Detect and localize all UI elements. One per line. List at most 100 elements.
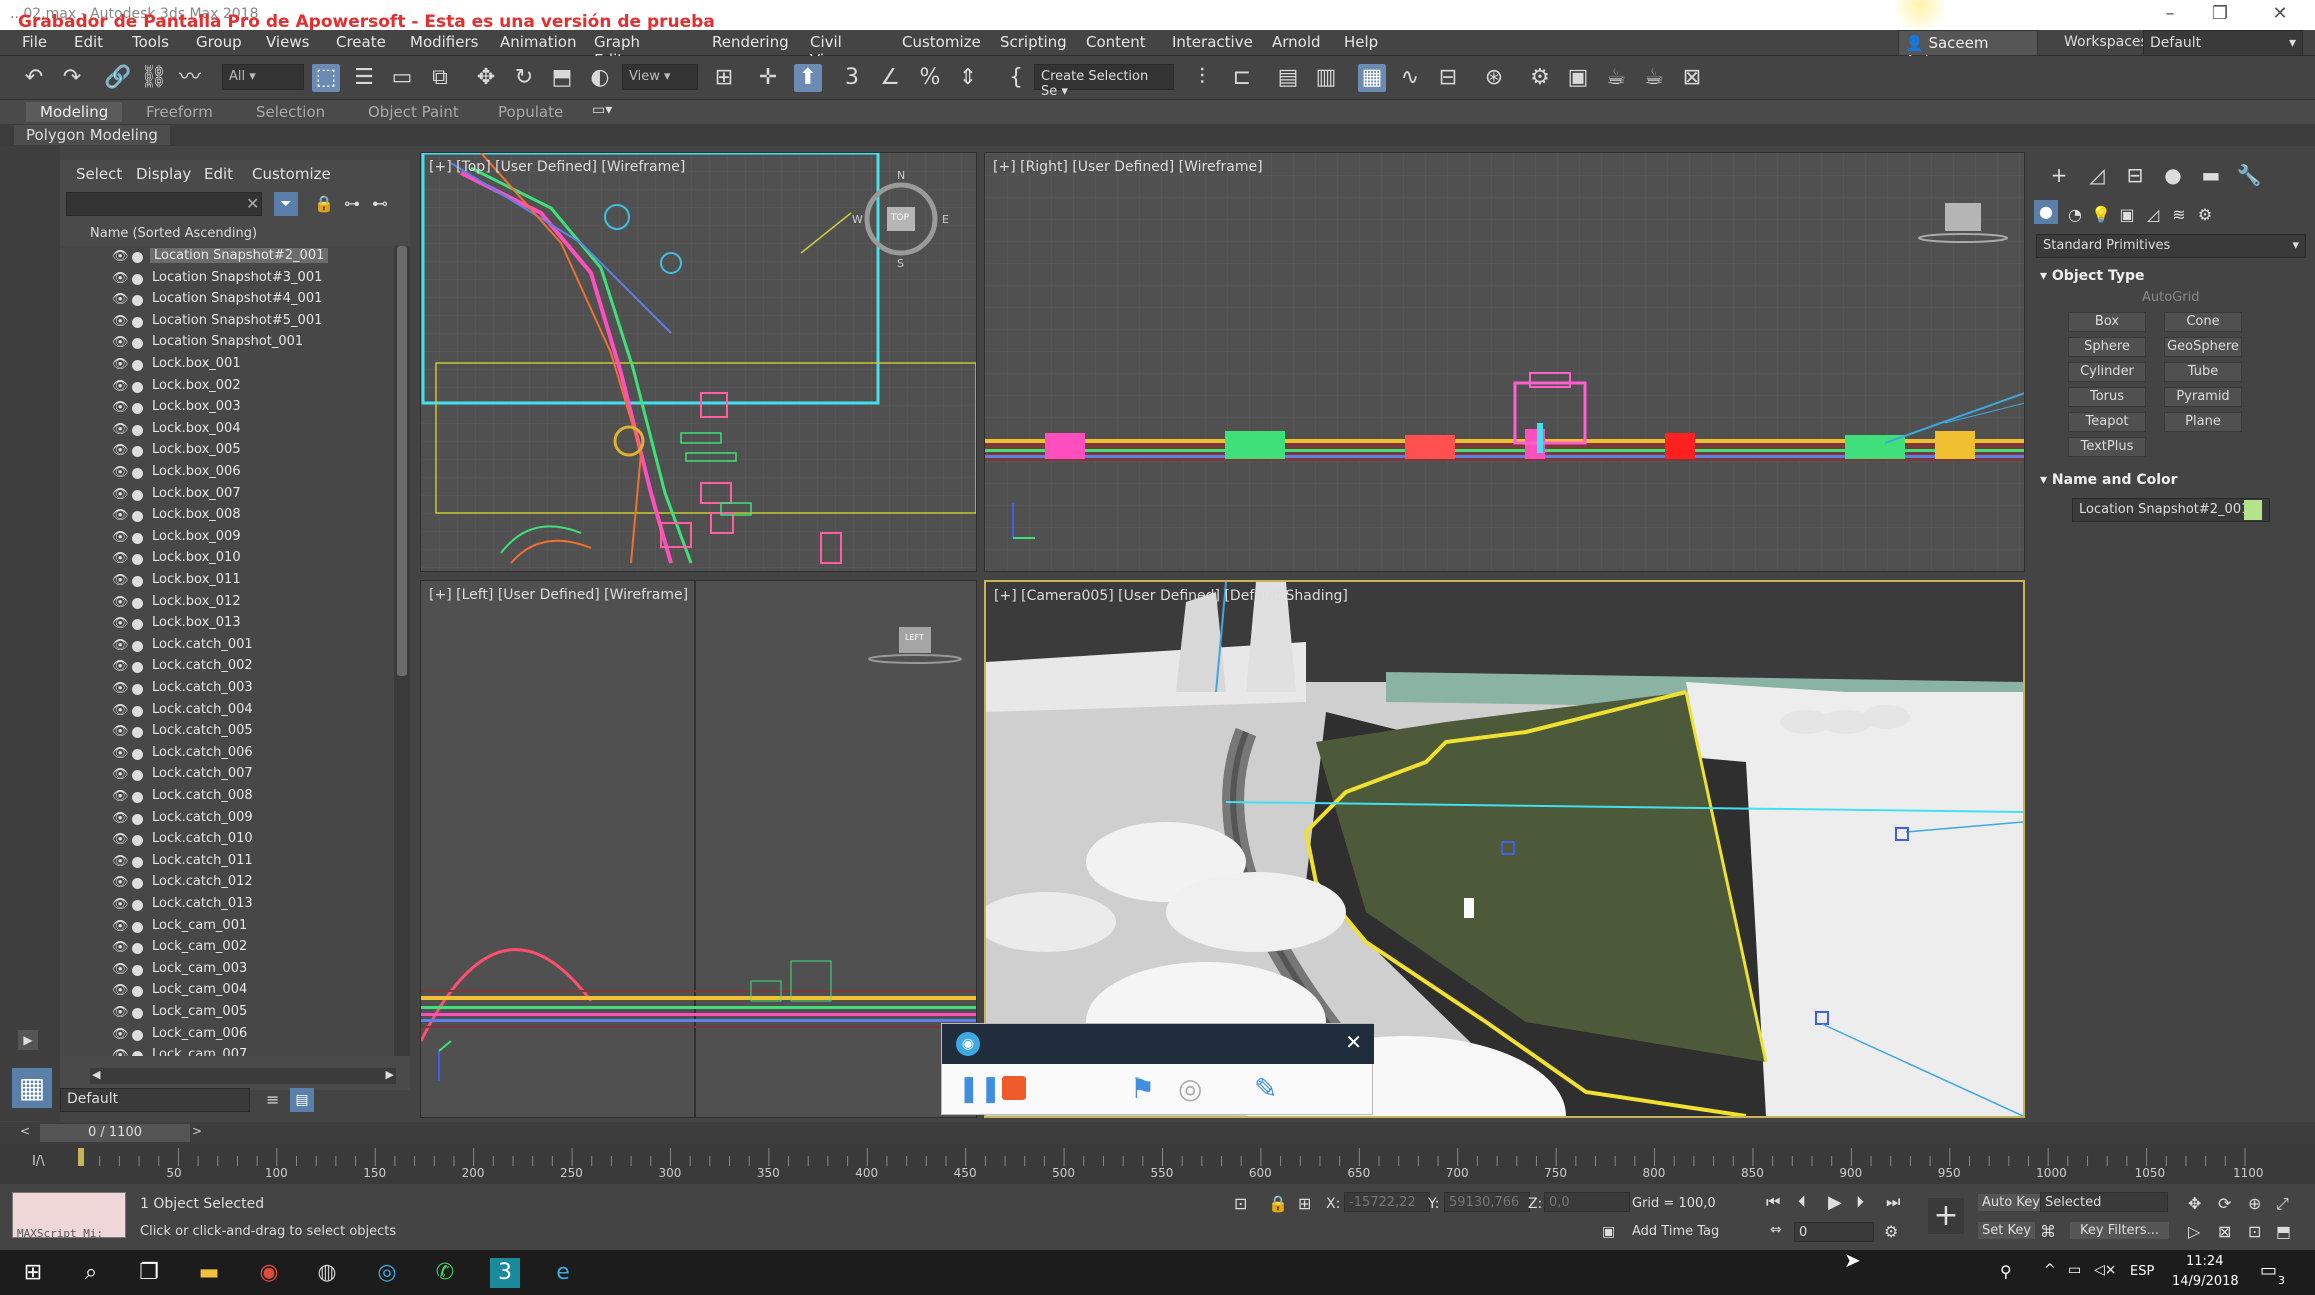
viewport-top[interactable]: [+] [Top] [User Defined] [Wireframe] N S… xyxy=(420,152,977,572)
angle-snap-icon[interactable]: ∠ xyxy=(876,64,904,92)
freeze-dot-icon[interactable] xyxy=(132,468,143,479)
list-item[interactable]: 👁 Lock.box_007 xyxy=(60,484,394,506)
visibility-eye-icon[interactable]: 👁 xyxy=(112,357,129,372)
visibility-eye-icon[interactable]: 👁 xyxy=(112,249,129,264)
systems-category-icon[interactable]: ⚙ xyxy=(2190,200,2220,230)
clock-time[interactable]: 11:24 xyxy=(2186,1254,2223,1269)
list-item[interactable]: 👁 Lock.box_012 xyxy=(60,592,394,614)
filter-toggle-icon[interactable]: ⏷ xyxy=(274,192,298,216)
current-frame-field[interactable]: 0 xyxy=(1794,1222,1874,1242)
visibility-eye-icon[interactable]: 👁 xyxy=(112,530,129,545)
render-in-cloud-icon[interactable]: ⊠ xyxy=(1678,64,1706,92)
align-icon[interactable]: ⊏ xyxy=(1228,64,1256,92)
freeze-dot-icon[interactable] xyxy=(132,252,143,263)
next-frame-icon[interactable]: ⏵ xyxy=(1856,1192,1864,1212)
volume-icon[interactable]: ◁× xyxy=(2094,1262,2117,1278)
fov-icon[interactable]: ▷ xyxy=(2188,1222,2200,1241)
viewport-label-right[interactable]: [+] [Right] [User Defined] [Wireframe] xyxy=(993,159,1263,175)
list-item[interactable]: 👁 Location Snapshot#3_001 xyxy=(60,268,394,290)
menu-interactive[interactable]: Interactive xyxy=(1172,33,1253,51)
material-editor-icon[interactable]: ⊛ xyxy=(1480,64,1508,92)
app-icon[interactable]: ◍ xyxy=(312,1258,342,1288)
toolbox-icon[interactable]: ⚑ xyxy=(1130,1072,1155,1105)
recorder-app-icon[interactable]: ◎ xyxy=(372,1258,402,1288)
play-icon[interactable]: ▶ xyxy=(1828,1192,1842,1213)
snap-toggle-icon[interactable]: 3 xyxy=(838,64,866,92)
list-item[interactable]: 👁 Lock.catch_010 xyxy=(60,829,394,851)
track-bar[interactable]: I/\ 50 100 150 200 250 300 350 400 450 500 550 600 6… xyxy=(0,1144,2315,1184)
viewport-label-left[interactable]: [+] [Left] [User Defined] [Wireframe] xyxy=(429,587,688,603)
list-item[interactable]: 👁 Lock_cam_001 xyxy=(60,916,394,938)
list-item[interactable]: 👁 Lock.box_003 xyxy=(60,397,394,419)
list-item[interactable]: 👁 Lock.box_008 xyxy=(60,505,394,527)
freeze-dot-icon[interactable] xyxy=(132,921,143,933)
freeze-dot-icon[interactable] xyxy=(132,1051,143,1056)
pyramid-button[interactable]: Pyramid xyxy=(2164,387,2242,407)
mirror-icon[interactable]: ⫶ xyxy=(1188,64,1216,92)
freeze-dot-icon[interactable] xyxy=(132,835,143,847)
orbit-icon[interactable]: ⟳ xyxy=(2218,1194,2231,1213)
window-crossing-icon[interactable]: ⧉ xyxy=(426,64,454,92)
visibility-eye-icon[interactable]: 👁 xyxy=(112,724,129,739)
hierarchy-icon[interactable]: ⊶ xyxy=(344,194,360,213)
spinner-snap-icon[interactable]: ⇕ xyxy=(954,64,982,92)
freeze-dot-icon[interactable] xyxy=(132,792,143,803)
set-key-button[interactable]: Set Key xyxy=(1978,1222,2036,1239)
time-slider[interactable]: < 0 / 1100 > xyxy=(0,1122,2315,1144)
list-item[interactable]: 👁 Lock.catch_004 xyxy=(60,700,394,722)
create-tab-icon[interactable]: + xyxy=(2044,160,2074,190)
object-color-swatch[interactable] xyxy=(2244,500,2262,520)
visibility-eye-icon[interactable]: 👁 xyxy=(112,983,129,998)
chevron-right-icon[interactable]: ▶ xyxy=(386,1068,394,1081)
utilities-tab-icon[interactable]: 🔧 xyxy=(2234,160,2264,190)
list-item[interactable]: 👁 Location Snapshot_001 xyxy=(60,332,394,354)
freeze-dot-icon[interactable] xyxy=(132,597,143,609)
freeze-dot-icon[interactable] xyxy=(132,619,143,631)
rect-selection-icon[interactable]: ▭ xyxy=(388,64,416,92)
previous-frame-icon[interactable]: ⏴ xyxy=(1798,1192,1806,1212)
freeze-dot-icon[interactable] xyxy=(132,705,143,717)
visibility-eye-icon[interactable]: 👁 xyxy=(112,832,129,847)
toggle-ribbon-icon[interactable]: ▦ xyxy=(1358,64,1386,92)
tab-polygon-modeling[interactable]: Polygon Modeling xyxy=(14,125,170,145)
key-mode-icon[interactable]: ⇔ xyxy=(1770,1222,1782,1238)
visibility-eye-icon[interactable]: 👁 xyxy=(112,897,129,912)
network-icon[interactable]: ▭ xyxy=(2068,1262,2081,1278)
key-filters-button[interactable]: Key Filters... xyxy=(2070,1222,2170,1239)
explorer-search-input[interactable] xyxy=(66,192,262,216)
y-coordinate-field[interactable]: 59130,766 xyxy=(1444,1192,1530,1212)
freeze-dot-icon[interactable] xyxy=(132,878,143,890)
list-item[interactable]: 👁 Lock.catch_006 xyxy=(60,743,394,765)
pivot-center-icon[interactable]: ⊞ xyxy=(710,64,738,92)
list-item[interactable]: 👁 Lock.catch_011 xyxy=(60,851,394,873)
search-icon[interactable]: ⌕ xyxy=(76,1258,106,1288)
visibility-eye-icon[interactable]: 👁 xyxy=(112,638,129,653)
torus-button[interactable]: Torus xyxy=(2068,387,2146,407)
geometry-category-icon[interactable]: ● xyxy=(2034,200,2058,224)
freeze-dot-icon[interactable] xyxy=(132,295,143,307)
maximize-toggle-icon[interactable]: ⬒ xyxy=(2276,1222,2291,1241)
list-item[interactable]: 👁 Location Snapshot#2_001 xyxy=(60,246,394,268)
layer-explorer-icon[interactable]: ▥ xyxy=(1312,64,1340,92)
freeze-dot-icon[interactable] xyxy=(132,489,143,501)
workspaces-dropdown[interactable]: Default ▾ xyxy=(2143,30,2303,56)
render-production-icon[interactable]: ☕ xyxy=(1602,64,1630,92)
freeze-dot-icon[interactable] xyxy=(132,576,143,587)
zoom-extents-icon[interactable]: ⊡ xyxy=(2248,1222,2261,1241)
visibility-eye-icon[interactable]: 👁 xyxy=(112,508,129,523)
file-explorer-icon[interactable]: ▬ xyxy=(194,1258,224,1288)
visibility-eye-icon[interactable]: 👁 xyxy=(112,767,129,782)
list-item[interactable]: 👁 Lock.catch_005 xyxy=(60,721,394,743)
freeze-dot-icon[interactable] xyxy=(132,856,143,868)
freeze-dot-icon[interactable] xyxy=(132,511,143,523)
minimize-button[interactable]: – xyxy=(2150,3,2190,24)
tube-button[interactable]: Tube xyxy=(2164,362,2242,382)
visibility-eye-icon[interactable]: 👁 xyxy=(112,940,129,955)
chevron-left-icon[interactable]: < xyxy=(20,1124,30,1138)
menu-tools[interactable]: Tools xyxy=(132,33,169,51)
list-item[interactable]: 👁 Lock.box_001 xyxy=(60,354,394,376)
list-item[interactable]: 👁 Lock_cam_004 xyxy=(60,980,394,1002)
list-item[interactable]: 👁 Lock.catch_001 xyxy=(60,635,394,657)
menu-modifiers[interactable]: Modifiers xyxy=(410,33,478,51)
schematic-view-icon[interactable]: ⊟ xyxy=(1434,64,1462,92)
